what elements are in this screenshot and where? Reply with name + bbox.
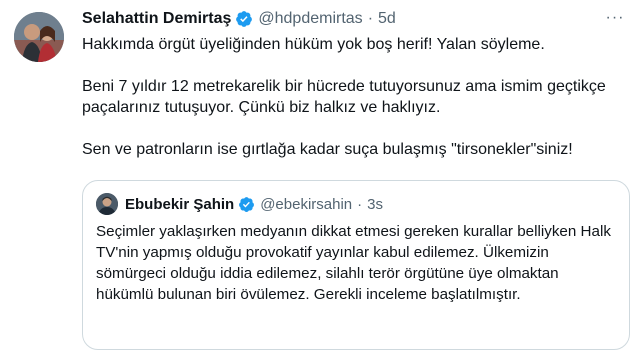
author-display-name[interactable]: Selahattin Demirtaş [82,10,231,28]
tweet-timestamp[interactable]: 5d [378,10,396,28]
separator-dot: · [357,195,363,213]
separator-dot: · [367,10,374,27]
quoted-author-handle[interactable]: @ebekirsahin [260,196,352,213]
tweet-paragraph: Sen ve patronların ise gırtlağa kadar su… [82,141,573,158]
quoted-author-avatar[interactable] [96,193,118,215]
author-avatar[interactable] [14,12,64,62]
quoted-author-display-name[interactable]: Ebubekir Şahin [125,196,234,213]
tweet-text: Hakkımda örgüt üyeliğinden hüküm yok boş… [82,34,630,160]
tweet-header: Selahattin Demirtaş @hdpdemirtas · 5d [82,8,396,30]
quoted-tweet[interactable]: Ebubekir Şahin @ebekirsahin · 3s Seçimle… [82,180,630,350]
tweet-paragraph: Beni 7 yıldır 12 metrekarelik bir hücred… [82,78,606,116]
tweet-paragraph: Hakkımda örgüt üyeliğinden hüküm yok boş… [82,36,545,53]
quoted-tweet-header: Ebubekir Şahin @ebekirsahin · 3s [125,193,383,215]
verified-badge-icon [235,10,253,28]
author-handle[interactable]: @hdpdemirtas [258,10,362,28]
tweet[interactable]: Selahattin Demirtaş @hdpdemirtas · 5d ··… [0,0,640,350]
quoted-tweet-timestamp[interactable]: 3s [367,196,383,213]
more-horizontal-icon[interactable]: ··· [604,9,626,27]
verified-badge-icon [238,196,255,213]
quoted-tweet-text: Seçimler yaklaşırken medyanın dikkat etm… [96,223,611,303]
